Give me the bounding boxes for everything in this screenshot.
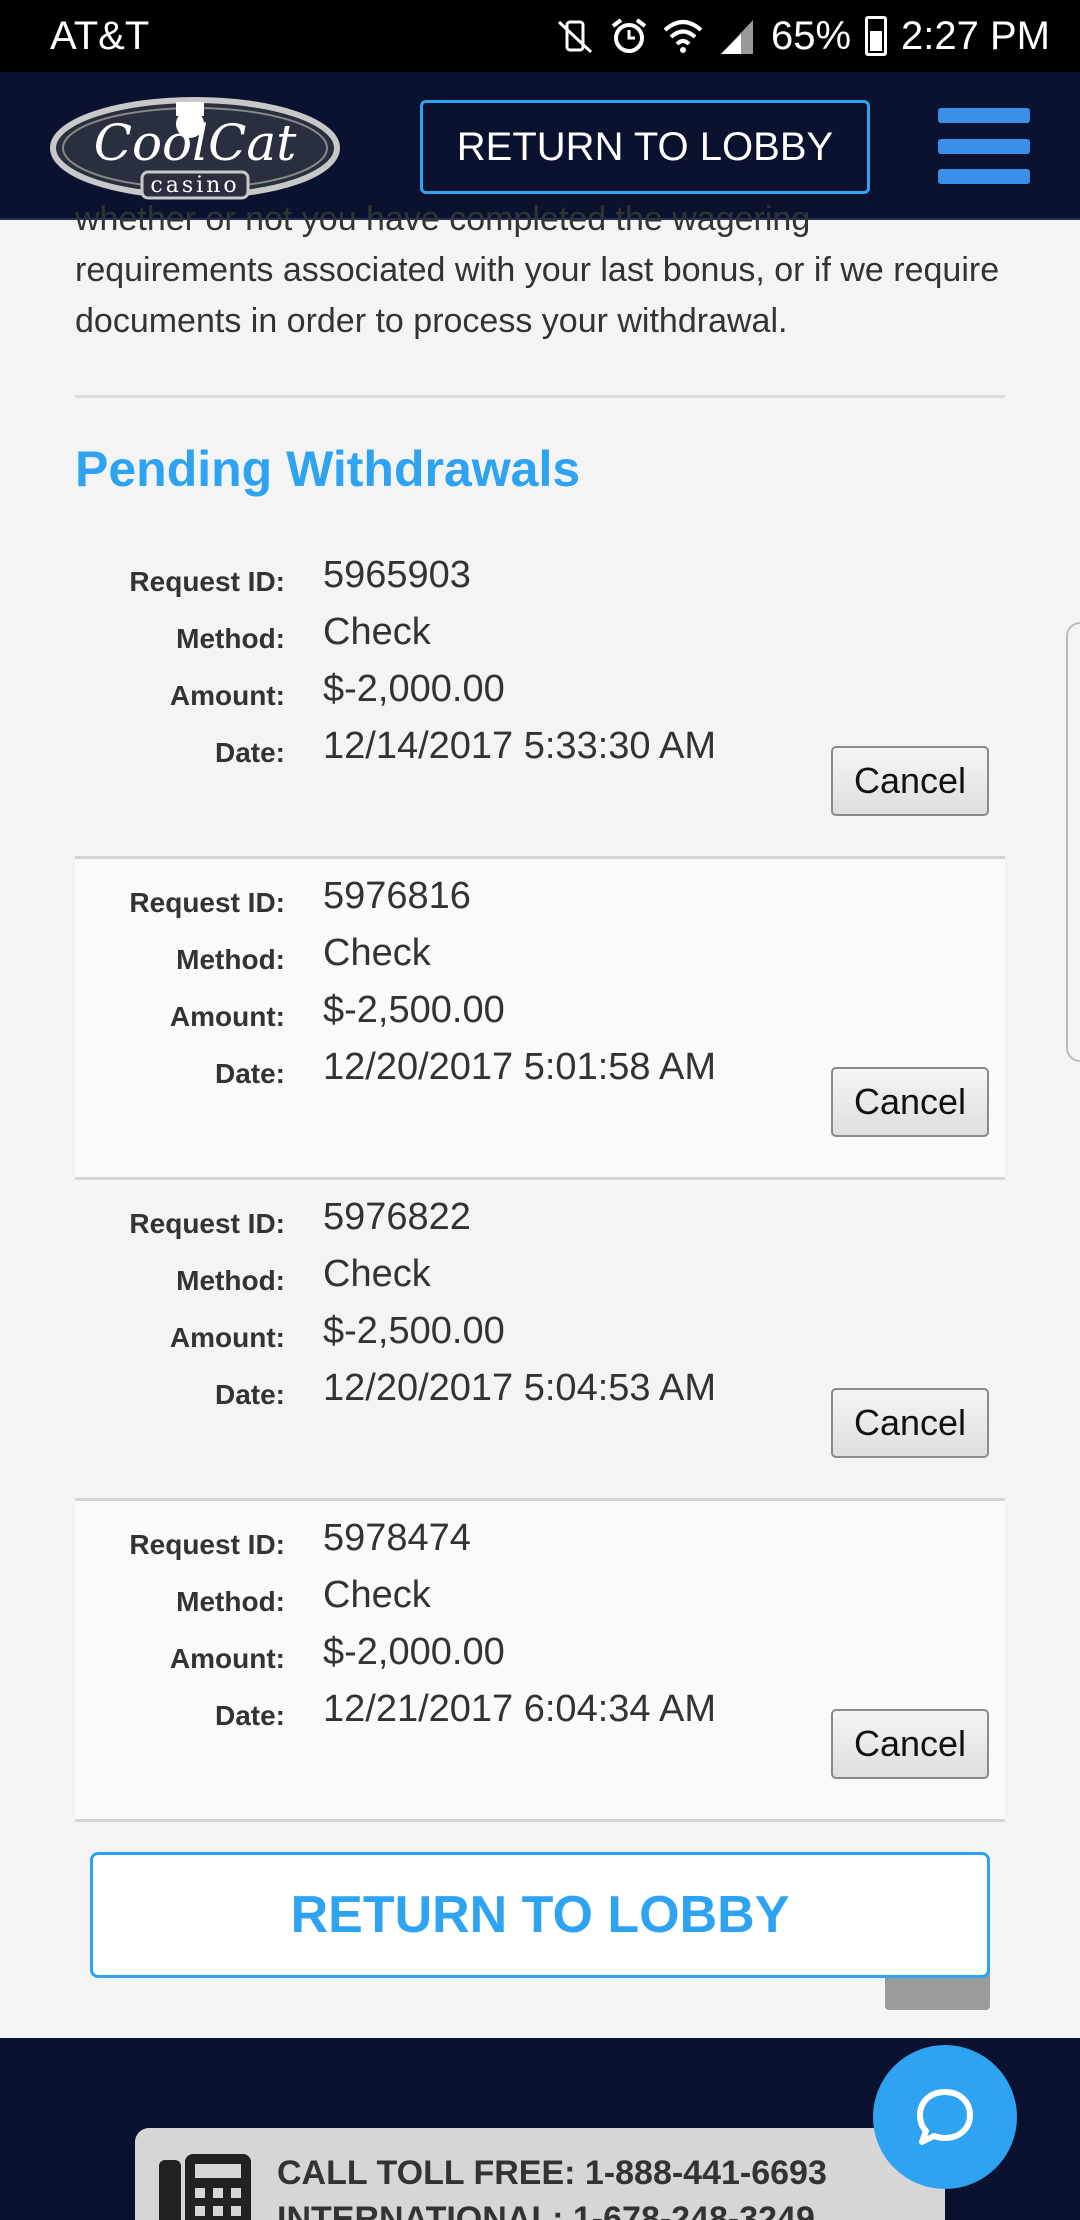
request-id-label: Request ID:	[129, 887, 285, 918]
amount-value: $-2,500.00	[323, 989, 505, 1031]
withdrawal-item: Request ID: 5965903 Method: Check Amount: $…	[75, 538, 1005, 859]
cancel-button[interactable]: Cancel	[831, 1709, 989, 1779]
battery-icon	[865, 16, 888, 56]
toll-free-number[interactable]: CALL TOLL FREE: 1-888-441-6693	[277, 2150, 827, 2196]
method-value: Check	[323, 1253, 431, 1295]
contact-numbers: CALL TOLL FREE: 1-888-441-6693 INTERNATI…	[277, 2150, 827, 2220]
return-to-lobby-bottom-button[interactable]: RETURN TO LOBBY	[90, 1852, 990, 1978]
wifi-icon	[663, 20, 703, 53]
withdrawal-item: Request ID: 5976822 Method: Check Amount: $…	[75, 1180, 1005, 1501]
return-to-lobby-button[interactable]: RETURN TO LOBBY	[420, 100, 870, 194]
battery-percent: 65%	[770, 13, 852, 58]
request-id-value: 5965903	[323, 554, 471, 596]
request-id-value: 5978474	[323, 1517, 471, 1559]
amount-value: $-2,000.00	[323, 668, 505, 710]
method-label: Method:	[176, 944, 285, 975]
cancel-button[interactable]: Cancel	[831, 1067, 989, 1137]
clock: 2:27 PM	[901, 13, 1050, 58]
date-label: Date:	[214, 1700, 285, 1731]
request-id-label: Request ID:	[129, 1208, 285, 1239]
date-value: 12/20/2017 5:01:58 AM	[323, 1046, 716, 1088]
amount-label: Amount:	[169, 1322, 285, 1353]
amount-value: $-2,000.00	[323, 1631, 505, 1673]
status-icons: 65% 2:27 PM	[555, 14, 1050, 59]
chat-bubble-icon	[917, 2089, 973, 2145]
telephone-icon	[159, 2154, 251, 2220]
international-number[interactable]: INTERNATIONAL: 1-678-248-3249	[277, 2196, 827, 2220]
status-bar: AT&T 65% 2:27 PM	[0, 0, 1080, 72]
method-label: Method:	[176, 1586, 285, 1617]
date-label: Date:	[214, 737, 285, 768]
side-scroll-handle[interactable]	[1066, 622, 1080, 1062]
main-content: whether or not you have completed the wa…	[75, 200, 1005, 1822]
withdrawals-list: Request ID: 5965903 Method: Check Amount: $…	[75, 538, 1005, 1822]
contact-box: CALL TOLL FREE: 1-888-441-6693 INTERNATI…	[135, 2128, 945, 2220]
cancel-button[interactable]: Cancel	[831, 1388, 989, 1458]
amount-value: $-2,500.00	[323, 1310, 505, 1352]
amount-label: Amount:	[169, 1643, 285, 1674]
method-label: Method:	[176, 623, 285, 654]
divider	[75, 395, 1005, 398]
request-id-label: Request ID:	[129, 566, 285, 597]
cancel-button[interactable]: Cancel	[831, 746, 989, 816]
amount-label: Amount:	[169, 680, 285, 711]
method-value: Check	[323, 611, 431, 653]
request-id-value: 5976822	[323, 1196, 471, 1238]
menu-icon[interactable]	[938, 108, 1030, 184]
date-value: 12/20/2017 5:04:53 AM	[323, 1367, 716, 1409]
vibrate-mute-icon	[557, 20, 592, 54]
alarm-icon	[611, 18, 647, 53]
amount-label: Amount:	[169, 1001, 285, 1032]
method-value: Check	[323, 932, 431, 974]
chat-button[interactable]	[873, 2045, 1017, 2189]
request-id-value: 5976816	[323, 875, 471, 917]
date-value: 12/21/2017 6:04:34 AM	[323, 1688, 716, 1730]
date-value: 12/14/2017 5:33:30 AM	[323, 725, 716, 767]
coolcat-casino-logo[interactable]: CoolCat casino	[50, 92, 340, 202]
carrier-label: AT&T	[50, 13, 150, 58]
method-value: Check	[323, 1574, 431, 1616]
signal-icon	[720, 20, 753, 54]
withdrawal-item: Request ID: 5976816 Method: Check Amount: $…	[75, 859, 1005, 1180]
page-title: Pending Withdrawals	[75, 441, 581, 497]
date-label: Date:	[214, 1379, 285, 1410]
withdrawal-item: Request ID: 5978474 Method: Check Amount: $…	[75, 1501, 1005, 1822]
request-id-label: Request ID:	[129, 1529, 285, 1560]
date-label: Date:	[214, 1058, 285, 1089]
intro-text: whether or not you have completed the wa…	[75, 200, 1000, 340]
method-label: Method:	[176, 1265, 285, 1296]
